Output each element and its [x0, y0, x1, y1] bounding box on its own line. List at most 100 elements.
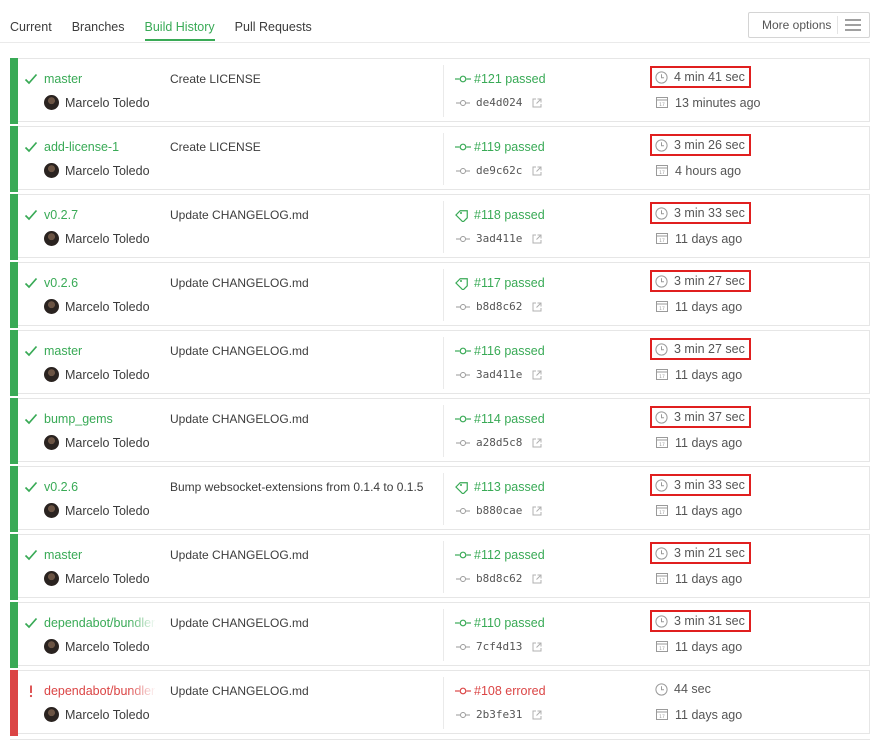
finished-ago: 11 days ago [675, 708, 743, 722]
build-number[interactable]: #113 passed [474, 479, 545, 495]
branch-fade [128, 545, 156, 565]
build-row[interactable]: master Marcelo Toledo Update CHANGELOG.m… [10, 330, 870, 396]
build-status-bar [10, 330, 18, 396]
commit-sha[interactable]: de9c62c [476, 163, 522, 179]
calendar-icon: 17 [656, 641, 668, 652]
finished-ago: 11 days ago [675, 640, 743, 654]
tab-pull-requests[interactable]: Pull Requests [235, 19, 312, 41]
exclamation-icon [29, 685, 33, 698]
build-duration: 3 min 26 sec [650, 134, 751, 156]
build-duration: 44 sec [650, 678, 717, 700]
external-link-icon[interactable] [532, 506, 542, 516]
build-number[interactable]: #116 passed [474, 343, 545, 359]
build-row[interactable]: bump_gems Marcelo Toledo Update CHANGELO… [10, 398, 870, 464]
commit-sha[interactable]: 2b3fe31 [476, 707, 522, 723]
tab-build-history[interactable]: Build History [144, 19, 215, 41]
external-link-icon[interactable] [532, 302, 542, 312]
commit-sha[interactable]: b8d8c62 [476, 299, 522, 315]
clock-icon [655, 682, 668, 696]
duration-text: 3 min 37 sec [674, 410, 745, 424]
build-number[interactable]: #110 passed [474, 615, 545, 631]
repo-tabs: Current Branches Build History Pull Requ… [10, 19, 332, 41]
tab-current[interactable]: Current [10, 19, 52, 41]
commit-icon [456, 576, 470, 582]
build-number[interactable]: #112 passed [474, 547, 545, 563]
finished-ago: 11 days ago [675, 436, 743, 450]
finished-ago: 4 hours ago [675, 164, 742, 178]
build-number[interactable]: #108 errored [474, 683, 546, 699]
calendar-icon: 17 [656, 573, 668, 584]
external-link-icon[interactable] [532, 642, 542, 652]
more-options-button[interactable]: More options [748, 12, 870, 38]
clock-icon [655, 70, 668, 84]
commit-sha[interactable]: de4d024 [476, 95, 522, 111]
more-options-label: More options [762, 18, 832, 32]
author-name: Marcelo Toledo [65, 300, 150, 314]
avatar [44, 299, 59, 314]
external-link-icon[interactable] [532, 574, 542, 584]
build-status-bar [10, 126, 18, 192]
avatar [44, 639, 59, 654]
tab-branches[interactable]: Branches [72, 19, 125, 41]
build-row[interactable]: master Marcelo Toledo Create LICENSE #12… [10, 58, 870, 124]
build-number[interactable]: #119 passed [474, 139, 545, 155]
external-link-icon[interactable] [532, 98, 542, 108]
build-row[interactable]: add-license-1 Marcelo Toledo Create LICE… [10, 126, 870, 192]
build-number[interactable]: #117 passed [474, 275, 545, 291]
check-icon [24, 345, 38, 357]
calendar-icon: 17 [656, 97, 668, 108]
svg-text:17: 17 [659, 646, 665, 652]
row-divider [443, 541, 444, 593]
external-link-icon[interactable] [532, 166, 542, 176]
commit-icon [456, 304, 470, 310]
commit-message: Update CHANGELOG.md [170, 548, 309, 562]
svg-text:17: 17 [659, 714, 665, 720]
commit-icon [456, 712, 470, 718]
build-row[interactable]: v0.2.6 Marcelo Toledo Update CHANGELOG.m… [10, 262, 870, 328]
external-link-icon[interactable] [532, 234, 542, 244]
commit-sha[interactable]: 7cf4d13 [476, 639, 522, 655]
duration-text: 3 min 31 sec [674, 614, 745, 628]
check-icon [24, 73, 38, 85]
tag-icon [455, 210, 468, 222]
commit-icon [456, 168, 470, 174]
commit-icon [456, 440, 470, 446]
build-row[interactable]: v0.2.7 Marcelo Toledo Update CHANGELOG.m… [10, 194, 870, 260]
external-link-icon[interactable] [532, 438, 542, 448]
commit-sha[interactable]: 3ad411e [476, 367, 522, 383]
push-icon [455, 143, 471, 151]
avatar [44, 95, 59, 110]
check-icon [24, 141, 38, 153]
top-navigation: Current Branches Build History Pull Requ… [0, 0, 880, 44]
duration-text: 4 min 41 sec [674, 70, 745, 84]
clock-icon [655, 478, 668, 492]
commit-sha[interactable]: a28d5c8 [476, 435, 522, 451]
check-icon [24, 617, 38, 629]
commit-sha[interactable]: 3ad411e [476, 231, 522, 247]
build-number[interactable]: #114 passed [474, 411, 545, 427]
row-divider [443, 269, 444, 321]
check-icon [24, 481, 38, 493]
row-divider [443, 473, 444, 525]
commit-sha[interactable]: b8d8c62 [476, 571, 522, 587]
build-row[interactable]: dependabot/bundler/websocket-extensions-… [10, 602, 870, 668]
branch-fade [128, 409, 156, 429]
build-row[interactable]: master Marcelo Toledo Update CHANGELOG.m… [10, 534, 870, 600]
build-number[interactable]: #118 passed [474, 207, 545, 223]
external-link-icon[interactable] [532, 370, 542, 380]
avatar [44, 435, 59, 450]
check-icon [24, 413, 38, 425]
build-row[interactable]: v0.2.6 Marcelo Toledo Bump websocket-ext… [10, 466, 870, 532]
duration-text: 3 min 33 sec [674, 206, 745, 220]
check-icon [24, 209, 38, 221]
build-number[interactable]: #121 passed [474, 71, 546, 87]
commit-message: Create LICENSE [170, 72, 261, 86]
hamburger-menu-icon [845, 18, 861, 32]
build-row[interactable]: dependabot/bundler/websocket-extensions-… [10, 670, 870, 736]
build-status-bar [10, 670, 18, 736]
tag-icon [455, 482, 468, 494]
row-divider [443, 65, 444, 117]
commit-sha[interactable]: b880cae [476, 503, 522, 519]
svg-text:17: 17 [659, 238, 665, 244]
external-link-icon[interactable] [532, 710, 542, 720]
